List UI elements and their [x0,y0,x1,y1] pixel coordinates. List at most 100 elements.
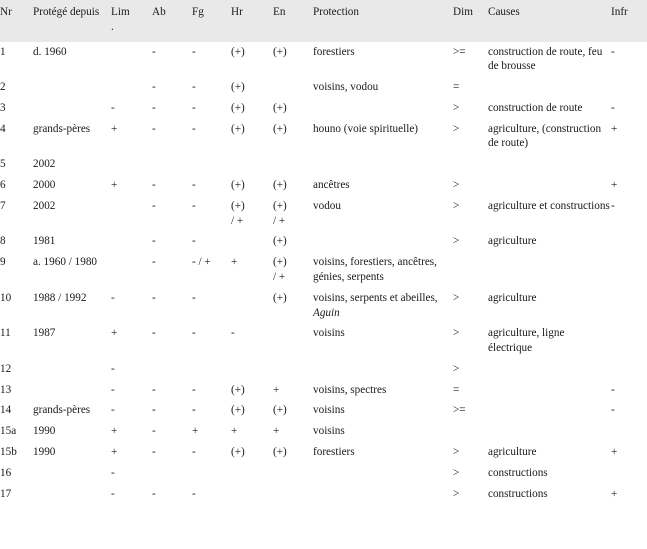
cell-text: - [611,101,615,114]
cell-hr [231,359,273,380]
cell-text: + [611,487,618,500]
cell-text: voisins, forestiers, ancêtres, génies, s… [313,256,437,283]
cell-nr: 11 [0,323,33,359]
cell-text: voisins, spectres [313,383,387,396]
cell-causes: agriculture [488,442,611,463]
cell-en: (+) [273,42,313,78]
cell-protege: 2000 [33,175,111,196]
cell-text: > [453,362,460,375]
data-table: Nr Protégé depuis Lim. Ab Fg Hr En Prote… [0,0,647,504]
cell-dim [453,154,488,175]
cell-ab: - [152,42,192,78]
column-header-en: En [273,6,286,18]
cell-dim: >= [453,400,488,421]
cell-text: - [111,466,115,479]
cell-text: - [152,445,156,458]
cell-lim: - [111,484,152,505]
table-row: 11 1987 + - - - voisins > agriculture, ligne éle… [0,323,647,359]
cell-text: 13 [0,383,12,396]
cell-text: construction de route, feu de brousse [488,45,603,73]
cell-lim: + [111,175,152,196]
cell-text: - [152,81,156,94]
cell-protection: forestiers [313,442,453,463]
cell-dim: = [453,77,488,98]
cell-protection [313,463,453,484]
cell-text: + [231,256,238,269]
cell-en [273,323,313,359]
cell-en [273,484,313,505]
cell-text: forestiers [313,445,355,458]
cell-en: (+) [273,442,313,463]
cell-nr: 8 [0,231,33,252]
cell-text: + [111,327,118,340]
cell-text: voisins [313,404,345,417]
cell-text: voisins, vodou [313,81,379,94]
cell-text: > [453,179,460,192]
cell-text: constructions [488,487,548,500]
cell-text: voisins [313,425,345,438]
cell-protection: forestiers [313,42,453,78]
cell-text-second-line: / + [231,214,244,227]
cell-protege [33,77,111,98]
cell-text: (+) [231,81,245,94]
cell-text: 16 [0,466,12,479]
cell-infr: - [611,380,647,401]
cell-text: vodou [313,199,341,212]
cell-causes [488,359,611,380]
cell-text: 2002 [33,199,56,212]
cell-dim: > [453,288,488,324]
cell-lim [111,154,152,175]
cell-dim: > [453,175,488,196]
cell-text: (+) [231,179,245,192]
cell-lim [111,77,152,98]
cell-protection: voisins, vodou [313,77,453,98]
cell-en [273,77,313,98]
cell-text: a. 1960 / 1980 [33,256,98,269]
cell-nr: 4 [0,119,33,155]
cell-text: 2000 [33,179,56,192]
cell-infr: + [611,119,647,155]
table-row: 2 - - (+) voisins, vodou = [0,77,647,98]
cell-protection: voisins, spectres [313,380,453,401]
cell-text: >= [453,404,466,417]
cell-fg: - [192,175,231,196]
cell-nr: 9 [0,252,33,288]
cell-hr: (+) [231,98,273,119]
cell-text: - [152,101,156,114]
cell-hr: (+) [231,42,273,78]
cell-protege: 1990 [33,421,111,442]
cell-en [273,359,313,380]
cell-nr: 7 [0,196,33,232]
cell-text: - [152,383,156,396]
table-row: 7 2002 - - (+) / + (+) / + vodou > agriculture et … [0,196,647,232]
table-row: 17 - - - > constructions + [0,484,647,505]
cell-text: - [192,291,196,304]
cell-protege [33,463,111,484]
cell-text: - [611,199,615,212]
cell-fg [192,463,231,484]
cell-text: - [152,327,156,340]
cell-lim: + [111,119,152,155]
cell-fg: - [192,380,231,401]
cell-hr [231,231,273,252]
cell-protection: voisins, serpents et abeilles, Aguin [313,288,453,324]
column-header-protege: Protégé depuis [33,6,100,18]
cell-text: > [453,291,460,304]
cell-ab: - [152,231,192,252]
cell-lim: - [111,400,152,421]
cell-protege: grands-pères [33,119,111,155]
cell-nr: 12 [0,359,33,380]
cell-hr [231,154,273,175]
cell-hr: (+) [231,175,273,196]
cell-text: 4 [0,122,6,135]
cell-en: (+) / + [273,252,313,288]
cell-text: 1981 [33,235,56,248]
cell-en: (+) [273,231,313,252]
cell-causes: construction de route [488,98,611,119]
cell-causes [488,175,611,196]
cell-lim [111,252,152,288]
cell-hr: (+) [231,77,273,98]
cell-dim: = [453,380,488,401]
cell-nr: 5 [0,154,33,175]
cell-text: agriculture [488,445,537,458]
